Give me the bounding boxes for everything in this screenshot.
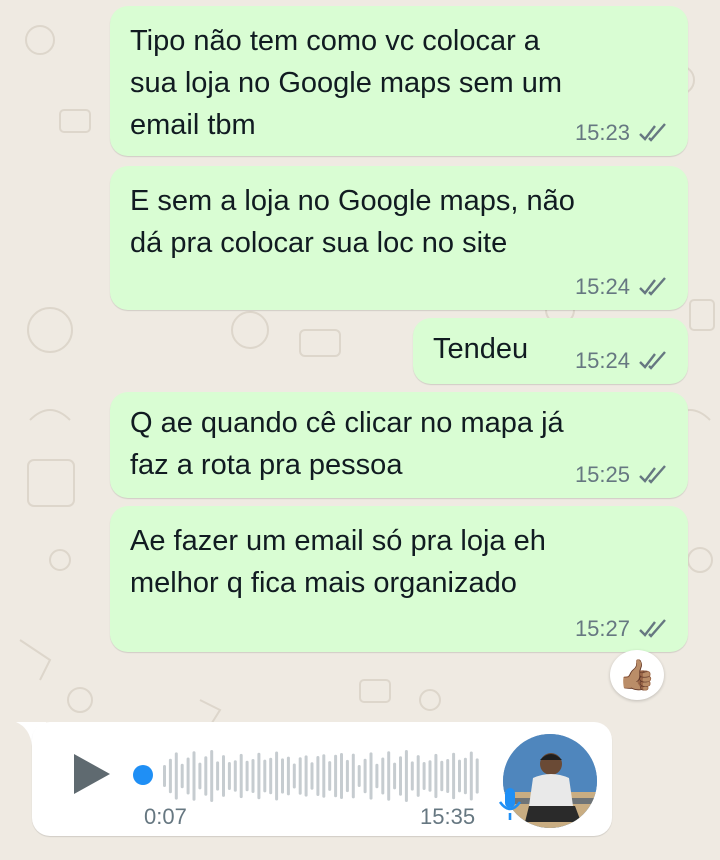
waveform-bar bbox=[292, 763, 296, 789]
play-icon[interactable] bbox=[72, 752, 112, 796]
waveform-bar bbox=[381, 757, 385, 795]
message-meta: 15:24 bbox=[575, 274, 668, 300]
waveform-bar bbox=[239, 753, 243, 799]
message-bubble[interactable]: Ae fazer um email só pra loja eh melhor … bbox=[110, 506, 688, 652]
message-bubble[interactable]: Q ae quando cê clicar no mapa já faz a r… bbox=[110, 392, 688, 498]
waveform-bar bbox=[475, 758, 479, 794]
waveform-bar bbox=[222, 755, 225, 797]
waveform-bar bbox=[363, 758, 367, 794]
waveform-bar bbox=[163, 765, 166, 787]
waveform-bar bbox=[345, 759, 349, 793]
waveform-bar bbox=[192, 751, 196, 801]
message-time: 15:23 bbox=[574, 120, 630, 145]
voice-duration: 0:07 bbox=[144, 804, 187, 829]
waveform-bar bbox=[227, 762, 231, 790]
waveform-bar bbox=[198, 762, 202, 790]
waveform-bar bbox=[434, 753, 438, 799]
waveform-bar bbox=[357, 765, 361, 787]
audio-waveform[interactable] bbox=[160, 748, 482, 804]
double-check-icon bbox=[639, 465, 666, 484]
waveform-bar bbox=[281, 758, 284, 794]
message-text: Ae fazer um email só pra loja eh melhor … bbox=[130, 525, 546, 599]
waveform-bar bbox=[204, 756, 208, 796]
waveform-bar bbox=[257, 752, 261, 800]
waveform-bar bbox=[233, 760, 237, 792]
message-text: E sem a loja no Google maps, não dá pra … bbox=[130, 185, 575, 259]
waveform-bar bbox=[322, 754, 326, 798]
waveform-bar bbox=[393, 762, 397, 790]
message-time: 15:24 bbox=[574, 348, 630, 373]
waveform-bar bbox=[269, 757, 273, 795]
waveform-bar bbox=[286, 756, 290, 796]
waveform-bar bbox=[180, 763, 184, 789]
message-time: 15:27 bbox=[574, 616, 630, 641]
waveform-bar bbox=[168, 758, 172, 794]
waveform-bar bbox=[440, 760, 444, 792]
waveform-bar bbox=[404, 750, 408, 802]
message-meta: 15:24 bbox=[575, 348, 668, 374]
double-check-icon bbox=[639, 277, 666, 296]
waveform-bar bbox=[174, 752, 178, 800]
waveform-bar bbox=[399, 756, 402, 796]
waveform-bar bbox=[351, 753, 355, 799]
waveform-bar bbox=[469, 751, 473, 801]
waveform-bar bbox=[369, 752, 373, 800]
message-time: 15:24 bbox=[574, 274, 630, 299]
waveform-bar bbox=[340, 753, 343, 799]
message-bubble[interactable]: Tendeu 15:24 bbox=[413, 318, 688, 384]
waveform-bar bbox=[416, 755, 420, 797]
message-meta: 15:23 bbox=[575, 120, 668, 146]
waveform-bar bbox=[452, 752, 456, 800]
waveform-bar bbox=[216, 761, 220, 791]
double-check-icon bbox=[639, 123, 666, 142]
waveform-bar bbox=[316, 756, 320, 796]
waveform-bar bbox=[334, 754, 338, 798]
waveform-bar bbox=[422, 762, 426, 790]
waveform-bar bbox=[375, 763, 379, 789]
waveform-bar bbox=[275, 751, 279, 801]
waveform-bar bbox=[410, 761, 414, 791]
waveform-bar bbox=[298, 757, 302, 795]
message-meta: 15:27 bbox=[575, 616, 668, 642]
playback-progress-dot[interactable] bbox=[133, 765, 153, 785]
waveform-bar bbox=[251, 759, 255, 793]
waveform-bar bbox=[310, 762, 314, 790]
message-bubble[interactable]: Tipo não tem como vc colocar a sua loja … bbox=[110, 6, 688, 156]
message-meta: 15:25 bbox=[575, 462, 668, 488]
waveform-bar bbox=[387, 751, 391, 801]
message-time: 15:25 bbox=[574, 462, 630, 487]
waveform-bar bbox=[210, 750, 214, 802]
waveform-bar bbox=[304, 755, 308, 797]
waveform-bar bbox=[458, 759, 461, 793]
thumbs-up-icon: 👍🏽 bbox=[618, 658, 656, 692]
reaction-badge[interactable]: 👍🏽 bbox=[610, 650, 664, 700]
waveform-bar bbox=[446, 759, 450, 793]
waveform-bar bbox=[328, 761, 332, 791]
waveform-bar bbox=[463, 757, 467, 795]
waveform-bar bbox=[263, 759, 267, 793]
double-check-icon bbox=[639, 351, 666, 370]
voice-time: 15:35 bbox=[420, 804, 476, 829]
waveform-bar bbox=[428, 760, 432, 792]
waveform-bar bbox=[245, 760, 249, 792]
waveform-bar bbox=[186, 757, 190, 795]
message-bubble[interactable]: E sem a loja no Google maps, não dá pra … bbox=[110, 166, 688, 310]
double-check-icon bbox=[639, 619, 666, 638]
microphone-icon bbox=[498, 788, 522, 820]
